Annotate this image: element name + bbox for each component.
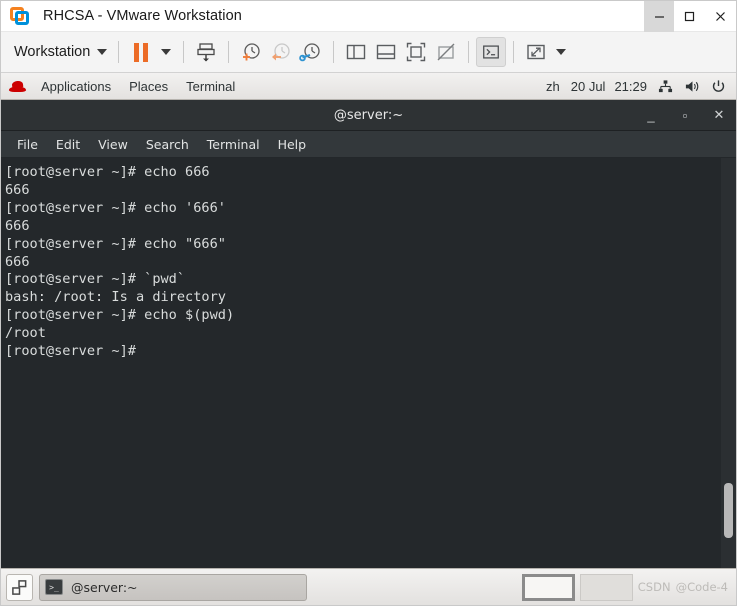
toolbar-separator (513, 41, 515, 63)
terminal-close-button[interactable]: ✕ (702, 100, 736, 131)
toolbar-separator (333, 41, 335, 63)
maximize-button[interactable] (674, 1, 704, 32)
chevron-down-icon (556, 49, 567, 55)
menu-edit[interactable]: Edit (47, 133, 89, 156)
stretch-dropdown[interactable] (551, 37, 571, 67)
terminal-scrollbar[interactable] (721, 158, 736, 568)
gnome-terminal-window: @server:~ _ ▫ ✕ File Edit View Search Te… (1, 100, 736, 568)
close-button[interactable] (704, 1, 736, 32)
clock-time: 21:29 (614, 78, 647, 94)
power-down-icon (197, 43, 215, 62)
clock-indicator[interactable]: 20 Jul 21:29 (571, 79, 647, 94)
chevron-down-icon (97, 49, 108, 55)
show-desktop-icon[interactable] (6, 573, 33, 601)
pause-dropdown[interactable] (156, 37, 176, 67)
terminal-output: [root@server ~]# echo 666 666 [root@serv… (5, 164, 235, 360)
watermark-user: @Code-4 (675, 580, 728, 594)
terminal-minimize-button[interactable]: _ (634, 100, 668, 131)
stretch-arrows-icon (527, 44, 545, 60)
toolbar-separator (228, 41, 230, 63)
clock-date: 20 Jul (570, 78, 606, 94)
menu-view[interactable]: View (89, 133, 137, 156)
places-menu[interactable]: Places (120, 76, 177, 97)
snapshot-add-icon (243, 43, 260, 61)
console-prompt-icon (483, 45, 500, 59)
active-app-menu[interactable]: Terminal (177, 76, 244, 97)
workspace-2[interactable] (579, 573, 633, 601)
window-title: RHCSA - VMware Workstation (43, 8, 242, 24)
menu-search[interactable]: Search (137, 133, 198, 156)
terminal-icon: >_ (45, 579, 63, 595)
thumbnail-bar-icon (377, 44, 396, 60)
vmware-title-bar: RHCSA - VMware Workstation (1, 0, 736, 32)
vmware-workstation-window: RHCSA - VMware Workstation Workstation A… (0, 0, 737, 606)
watermark-site: CSDN (637, 580, 671, 594)
menu-help[interactable]: Help (269, 133, 316, 156)
terminal-scrollbar-thumb[interactable] (724, 483, 733, 538)
library-panel-icon (347, 44, 366, 60)
take-snapshot-button[interactable] (236, 37, 266, 67)
terminal-title-bar: @server:~ _ ▫ ✕ (1, 100, 736, 131)
pause-icon (134, 42, 149, 62)
gnome-taskbar: >_ @server:~ CSDN @Code-4 (1, 568, 736, 605)
vmware-window-controls (644, 0, 736, 32)
power-button[interactable] (191, 37, 221, 67)
watermark: CSDN @Code-4 (638, 580, 731, 594)
show-library-button[interactable] (341, 37, 371, 67)
fullscreen-icon (407, 42, 426, 62)
redhat-hat-icon (9, 79, 26, 94)
toolbar-separator (468, 41, 470, 63)
applications-menu[interactable]: Applications (32, 76, 120, 97)
revert-snapshot-button[interactable] (266, 37, 296, 67)
network-icon[interactable] (658, 79, 673, 94)
vmware-logo-icon (10, 5, 32, 27)
pause-button[interactable] (126, 37, 156, 67)
snapshot-manager-button[interactable] (296, 37, 326, 67)
terminal-maximize-button[interactable]: ▫ (668, 100, 702, 131)
workstation-menu-button[interactable]: Workstation (10, 41, 111, 63)
full-screen-button[interactable] (401, 37, 431, 67)
snapshot-manager-icon (299, 43, 320, 62)
workstation-menu-label: Workstation (14, 44, 91, 60)
terminal-screen[interactable]: [root@server ~]# echo 666 666 [root@serv… (1, 158, 736, 568)
gnome-top-bar: Applications Places Terminal zh 20 Jul 2… (1, 73, 736, 100)
taskbar-window-button[interactable]: >_ @server:~ (39, 573, 307, 601)
unity-mode-button[interactable] (431, 37, 461, 67)
menu-terminal[interactable]: Terminal (198, 133, 269, 156)
vmware-toolbar: Workstation (1, 32, 736, 73)
show-thumbnails-button[interactable] (371, 37, 401, 67)
stretch-button[interactable] (521, 37, 551, 67)
terminal-window-controls: _ ▫ ✕ (634, 100, 736, 131)
terminal-menu-bar: File Edit View Search Terminal Help (1, 131, 736, 158)
minimize-button[interactable] (644, 0, 674, 32)
power-icon[interactable] (711, 79, 726, 94)
workspace-1[interactable] (521, 573, 575, 601)
toolbar-separator (118, 41, 120, 63)
chevron-down-icon (161, 49, 172, 55)
snapshot-revert-icon (272, 43, 290, 61)
taskbar-right-area: CSDN @Code-4 (521, 573, 731, 601)
terminal-window-title: @server:~ (333, 107, 404, 123)
input-source-indicator[interactable]: zh (546, 79, 560, 94)
toolbar-separator (183, 41, 185, 63)
unity-mode-icon (437, 43, 455, 61)
volume-icon[interactable] (684, 79, 700, 94)
taskbar-window-label: @server:~ (71, 579, 138, 595)
console-view-button[interactable] (476, 37, 507, 67)
menu-file[interactable]: File (8, 133, 47, 156)
